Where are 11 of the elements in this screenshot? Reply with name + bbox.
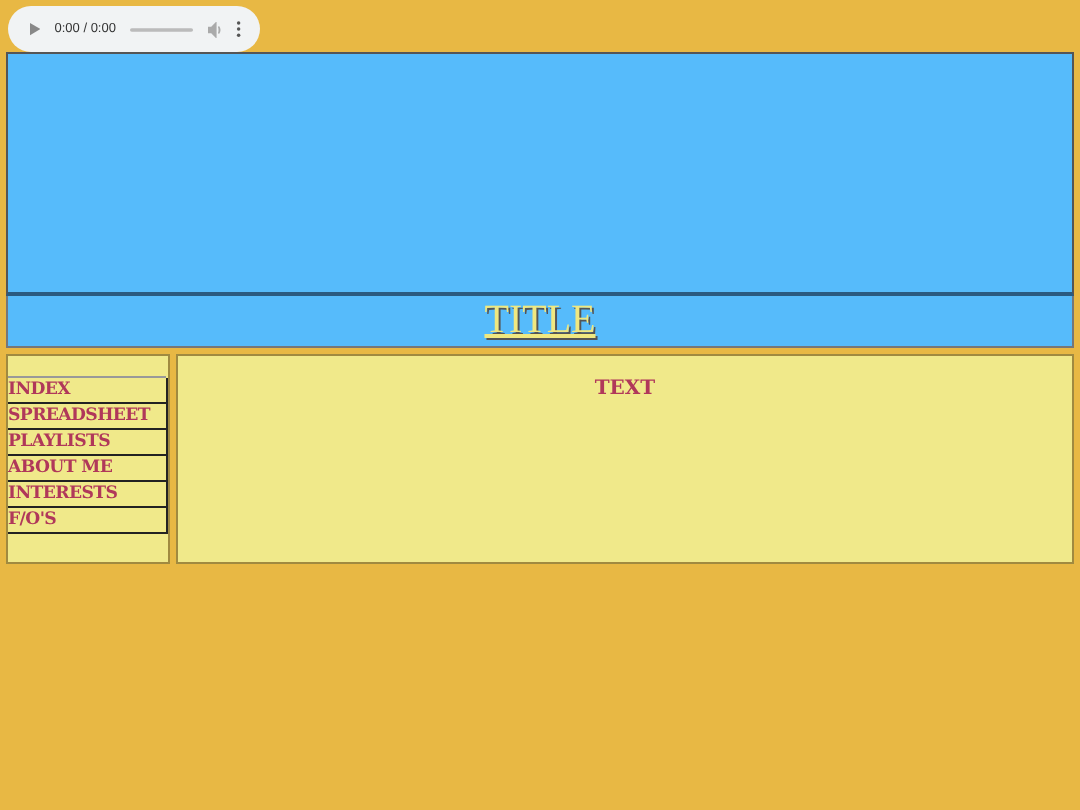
nav-link[interactable]: PLAYLISTS bbox=[8, 430, 168, 456]
menu-icon[interactable] bbox=[236, 20, 242, 38]
nav-link[interactable]: ABOUT ME bbox=[8, 456, 168, 482]
page-title: TITLE bbox=[484, 298, 596, 344]
nav-link[interactable]: INDEX bbox=[8, 378, 168, 404]
play-icon[interactable] bbox=[30, 22, 41, 36]
content-text: TEXT bbox=[594, 378, 656, 400]
nav-link[interactable]: INTERESTS bbox=[8, 482, 168, 508]
volume-icon[interactable] bbox=[207, 21, 223, 37]
nav-link[interactable]: F/O'S bbox=[8, 508, 168, 534]
nav-link[interactable]: SPREADSHEET bbox=[8, 404, 168, 430]
